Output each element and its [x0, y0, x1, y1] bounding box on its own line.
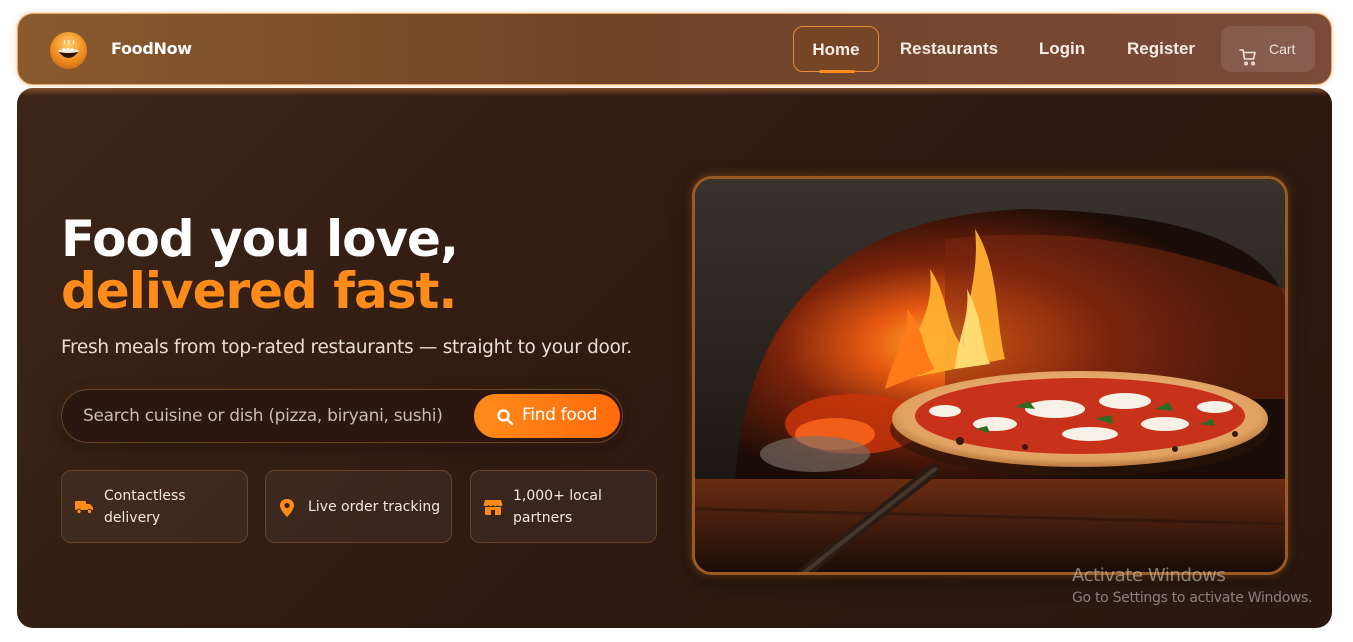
- cart-button[interactable]: Cart: [1221, 26, 1315, 72]
- find-food-label: Find food: [522, 405, 598, 425]
- windows-activation-hint: Go to Settings to activate Windows.: [1072, 590, 1313, 606]
- nav-home-label: Home: [812, 40, 860, 59]
- feature-label: Contactless delivery: [104, 488, 186, 526]
- hero-top-glow: [17, 88, 1332, 96]
- search-icon: [496, 408, 514, 431]
- hero-section: Food you love, delivered fast. Fresh mea…: [17, 88, 1332, 628]
- store-icon: [483, 498, 503, 520]
- hero-pizza-image: [692, 176, 1288, 575]
- feature-label: Live order tracking: [308, 499, 441, 515]
- hero-subtitle: Fresh meals from top-rated restaurants —…: [61, 337, 632, 358]
- map-pin-icon: [278, 498, 296, 522]
- nav-login[interactable]: Login: [1031, 26, 1093, 72]
- find-food-button[interactable]: Find food: [474, 394, 620, 438]
- search-input[interactable]: [62, 390, 472, 442]
- nav-restaurants[interactable]: Restaurants: [894, 26, 1004, 72]
- hero-headline-line2: delivered fast.: [61, 262, 457, 320]
- feature-contactless-delivery: Contactless delivery: [61, 470, 248, 543]
- nav-register[interactable]: Register: [1121, 26, 1201, 72]
- top-navbar: FoodNow Home Restaurants Login Register …: [17, 13, 1332, 85]
- feature-local-partners: 1,000+ local partners: [470, 470, 657, 543]
- feature-live-tracking: Live order tracking: [265, 470, 452, 543]
- active-indicator: [819, 70, 855, 73]
- brand-name[interactable]: FoodNow: [111, 39, 192, 58]
- truck-icon: [74, 498, 94, 520]
- feature-label: 1,000+ local partners: [513, 488, 602, 526]
- search-bar: Find food: [61, 389, 623, 443]
- cart-label: Cart: [1269, 41, 1296, 57]
- hero-headline-line1: Food you love,: [61, 210, 459, 268]
- windows-activation-title: Activate Windows: [1072, 565, 1226, 586]
- nav-home[interactable]: Home: [793, 26, 879, 73]
- cart-icon: [1238, 39, 1258, 85]
- bowl-icon[interactable]: [50, 32, 87, 69]
